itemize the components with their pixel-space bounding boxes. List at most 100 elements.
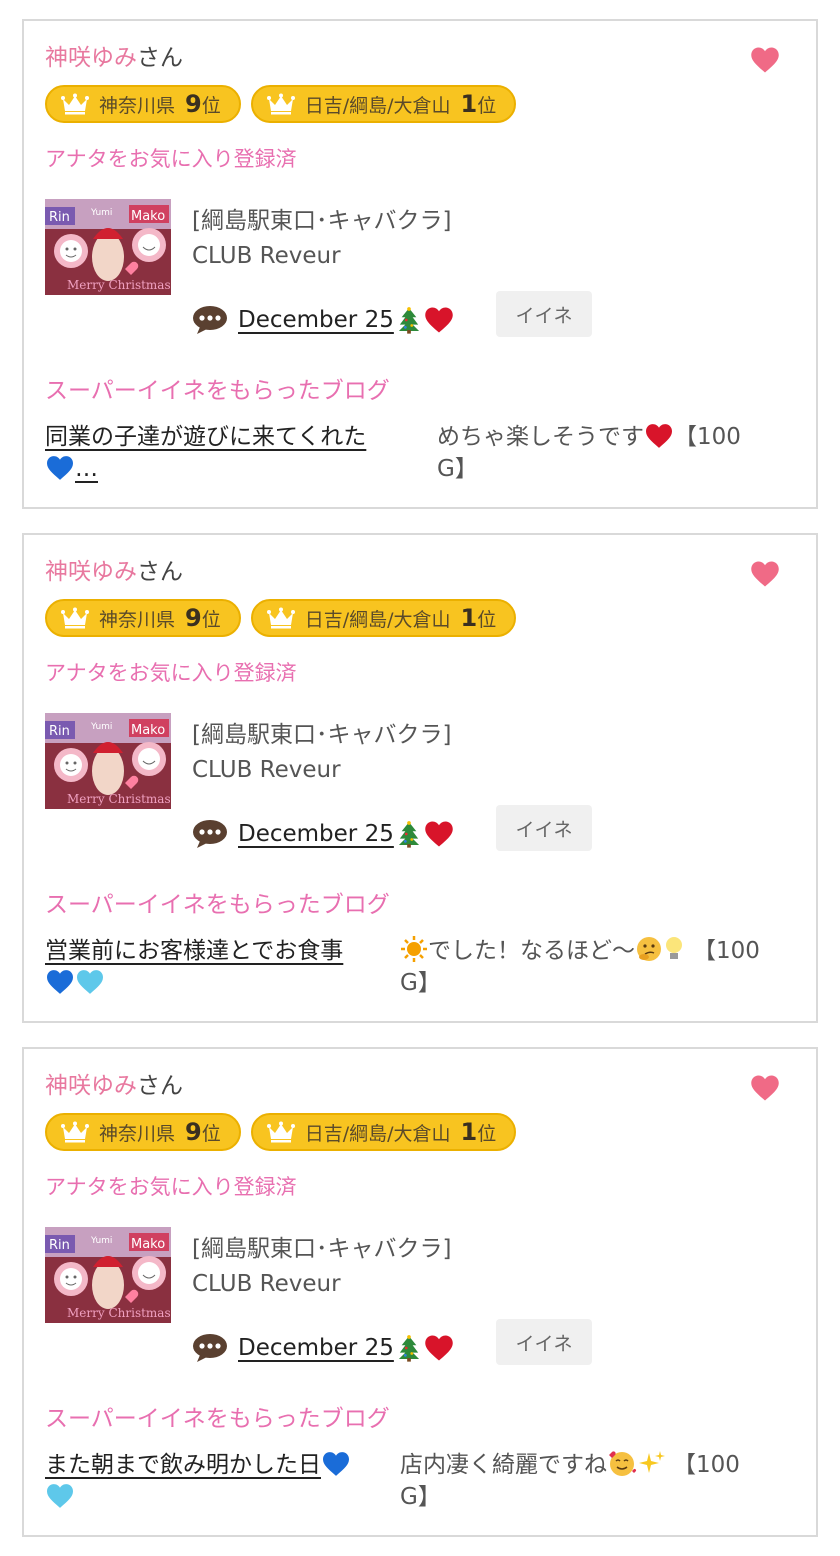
sparkles-icon [639,1451,665,1473]
rank-region-label: 神奈川県 [99,1122,176,1145]
crown-icon [61,93,89,115]
latest-blog-row: December 25 [192,299,454,341]
crown-icon [267,93,295,115]
super-like-heading: スーパーイイネをもらったブログ [45,378,390,404]
favorite-status: アナタをお気に入り登録済 [45,147,297,171]
heart-icon[interactable] [750,559,780,589]
rank-number: 1 [460,604,478,632]
super-like-comment: でした！なるほど～ 【100 G】 [400,935,800,999]
speech-bubble-icon [192,1333,228,1363]
cast-thumbnail[interactable] [45,713,171,809]
super-like-blog-link[interactable]: また朝まで飲み明かした日 [45,1449,385,1513]
blog-title-text: December 25 [238,821,394,847]
blog-title-link[interactable]: December 25 [238,1334,454,1362]
super-like-heading: スーパーイイネをもらったブログ [45,1406,390,1432]
shop-name[interactable]: CLUB Reveur [192,243,341,269]
cast-name-row[interactable]: 神咲ゆみさん [45,557,183,587]
super-like-comment: 店内凄く綺麗ですね 【100 G】 [400,1449,800,1513]
rank-unit: 位 [201,608,221,631]
rank-badge-prefecture[interactable]: 神奈川県 9 位 [45,599,241,637]
rank-region-label: 神奈川県 [99,94,176,117]
cast-thumbnail[interactable] [45,199,171,295]
christmas-tree-icon [398,1334,420,1362]
comment-text: 店内凄く綺麗ですね [400,1452,607,1478]
cast-name-row[interactable]: 神咲ゆみさん [45,43,183,73]
comment-text: でした！なるほど～ [428,938,635,964]
rank-unit: 位 [477,608,497,631]
blue-heart-icon [45,455,75,481]
cast-name[interactable]: 神咲ゆみ [45,45,137,71]
blue-heart-icon [321,1451,351,1477]
rank-number: 9 [185,1118,202,1146]
rank-badge-area[interactable]: 日吉/綱島/大倉山 1 位 [250,85,517,123]
rank-badges: 神奈川県 9 位 日吉/綱島/大倉山 1 位 [45,85,517,123]
blog-title-link[interactable]: December 25 [238,306,454,334]
super-like-blog-link[interactable]: 同業の子達が遊びに来てくれた … [45,421,405,485]
red-heart-icon [424,1334,454,1362]
speech-bubble-icon [192,819,228,849]
shop-category: [綱島駅東口･キャバクラ] [192,722,452,748]
red-heart-icon [424,306,454,334]
rank-badge-prefecture[interactable]: 神奈川県 9 位 [45,1113,241,1151]
cast-thumbnail[interactable] [45,1227,171,1323]
shop-name[interactable]: CLUB Reveur [192,757,341,783]
rank-number: 1 [460,90,478,118]
light-bulb-icon [666,937,682,959]
red-heart-icon [424,820,454,848]
crown-icon [267,1121,295,1143]
super-like-blog-title: 同業の子達が遊びに来てくれた [45,424,367,450]
shop-name[interactable]: CLUB Reveur [192,1271,341,1297]
comment-points: 【100 [693,938,760,964]
speech-bubble-icon [192,305,228,335]
latest-blog-row: December 25 [192,1327,454,1369]
ellipsis: … [75,456,98,482]
like-button[interactable]: イイネ [496,805,592,851]
favorite-status: アナタをお気に入り登録済 [45,661,297,685]
like-button[interactable]: イイネ [496,291,592,337]
red-heart-icon [644,423,674,449]
favorite-status: アナタをお気に入り登録済 [45,1175,297,1199]
rank-number: 1 [460,1118,478,1146]
sun-icon [401,936,427,962]
cast-name-row[interactable]: 神咲ゆみさん [45,1071,183,1101]
heart-icon[interactable] [750,1073,780,1103]
latest-blog-row: December 25 [192,813,454,855]
rank-unit: 位 [201,94,221,117]
blog-title-text: December 25 [238,1335,394,1361]
rank-unit: 位 [477,1122,497,1145]
comment-points-end: G】 [400,1484,441,1510]
thinking-face-icon [637,937,661,961]
like-button[interactable]: イイネ [496,1319,592,1365]
cast-name[interactable]: 神咲ゆみ [45,1073,137,1099]
favorite-card: 神咲ゆみさん 神奈川県 9 位 日吉/綱島/大倉山 1 位 アナタをお気に入り登… [22,533,818,1023]
rank-badges: 神奈川県 9 位 日吉/綱島/大倉山 1 位 [45,599,517,637]
christmas-tree-icon [398,820,420,848]
rank-unit: 位 [477,94,497,117]
blue-heart-icon [45,969,75,995]
super-like-heading: スーパーイイネをもらったブログ [45,892,390,918]
smiling-face-with-hearts-icon [609,1451,637,1476]
cast-name[interactable]: 神咲ゆみ [45,559,137,585]
rank-badge-prefecture[interactable]: 神奈川県 9 位 [45,85,241,123]
crown-icon [267,607,295,629]
comment-points-end: G】 [400,970,441,996]
blog-title-text: December 25 [238,307,394,333]
blog-title-link[interactable]: December 25 [238,820,454,848]
light-blue-heart-icon [45,1483,75,1509]
super-like-blog-link[interactable]: 営業前にお客様達とでお食事 [45,935,385,999]
light-blue-heart-icon [75,969,105,995]
crown-icon [61,1121,89,1143]
cast-name-suffix: さん [137,1073,183,1099]
rank-region-label: 日吉/綱島/大倉山 [304,1122,451,1145]
rank-badge-area[interactable]: 日吉/綱島/大倉山 1 位 [250,599,517,637]
comment-text: めちゃ楽しそうです [437,424,644,450]
super-like-blog-title: 営業前にお客様達とでお食事 [45,938,344,964]
heart-icon[interactable] [750,45,780,75]
rank-badge-area[interactable]: 日吉/綱島/大倉山 1 位 [250,1113,517,1151]
rank-number: 9 [185,604,202,632]
rank-unit: 位 [201,1122,221,1145]
super-like-comment: めちゃ楽しそうです 【100 G】 [437,421,777,485]
comment-points: 【100 [674,424,741,450]
comment-points: 【100 [673,1452,740,1478]
rank-region-label: 日吉/綱島/大倉山 [304,94,451,117]
